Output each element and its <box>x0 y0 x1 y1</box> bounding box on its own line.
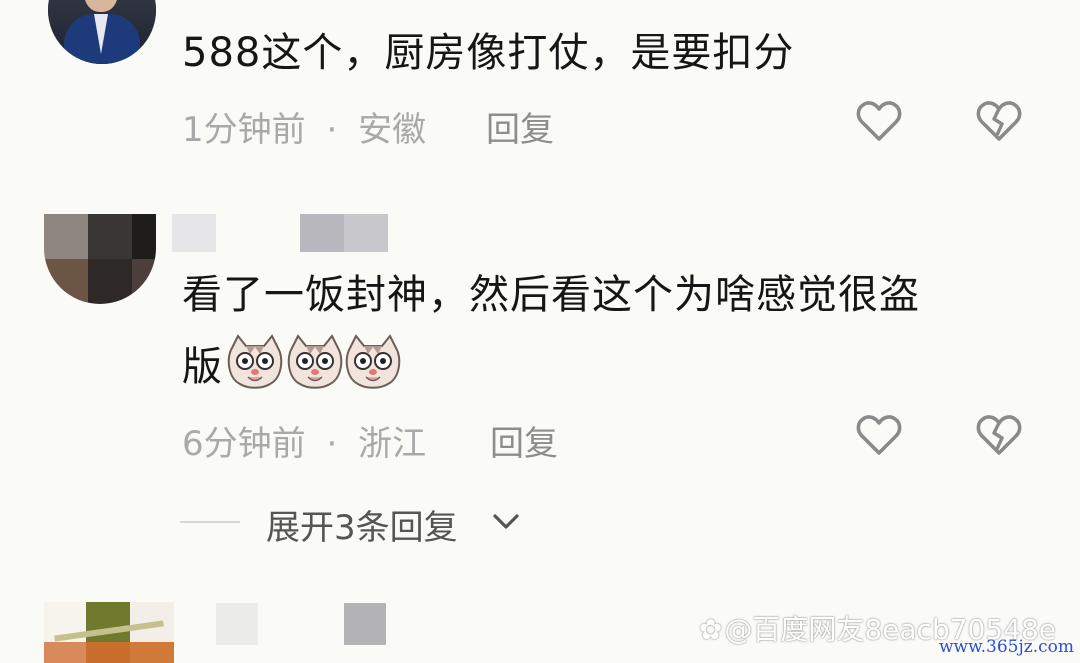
username-redacted <box>172 214 216 252</box>
comment-text-line2: 版 <box>182 344 223 390</box>
comment-meta: 1分钟前 · 安徽 <box>182 102 426 151</box>
comment-time: 1分钟前 <box>182 110 306 150</box>
username-redacted <box>344 214 388 252</box>
cat-face-emoji <box>345 334 401 389</box>
comment-text: 588这个，厨房像打仗，是要扣分 <box>182 30 795 76</box>
reply-button[interactable]: 回复 <box>490 416 558 465</box>
broken-heart-icon[interactable] <box>975 97 1023 145</box>
avatar[interactable] <box>44 214 156 304</box>
paw-icon: ✿ <box>698 613 723 646</box>
heart-outline-icon[interactable] <box>855 411 903 459</box>
broken-heart-icon[interactable] <box>975 411 1023 459</box>
heart-outline-icon[interactable] <box>855 97 903 145</box>
chevron-down-icon[interactable] <box>492 512 520 532</box>
meta-separator: · <box>326 424 338 464</box>
expand-replies-button[interactable]: 展开3条回复 <box>266 500 458 549</box>
site-watermark: www.365jz.com <box>939 637 1074 657</box>
cat-face-emoji <box>227 334 283 389</box>
meta-separator: · <box>326 110 338 150</box>
expand-divider <box>180 521 240 523</box>
comment-text: 看了一饭封神，然后看这个为啥感觉很盗 <box>182 272 920 318</box>
comment-time: 6分钟前 <box>182 424 306 464</box>
reply-button[interactable]: 回复 <box>486 102 554 151</box>
avatar[interactable] <box>48 0 156 64</box>
username-redacted <box>216 603 258 645</box>
comment-location: 安徽 <box>358 110 427 150</box>
cat-face-emoji <box>287 334 343 389</box>
comment-meta: 6分钟前 · 浙江 <box>182 416 426 465</box>
comment-location: 浙江 <box>358 424 427 464</box>
username-redacted <box>300 214 344 252</box>
avatar[interactable] <box>44 602 174 663</box>
username-redacted <box>344 603 386 645</box>
